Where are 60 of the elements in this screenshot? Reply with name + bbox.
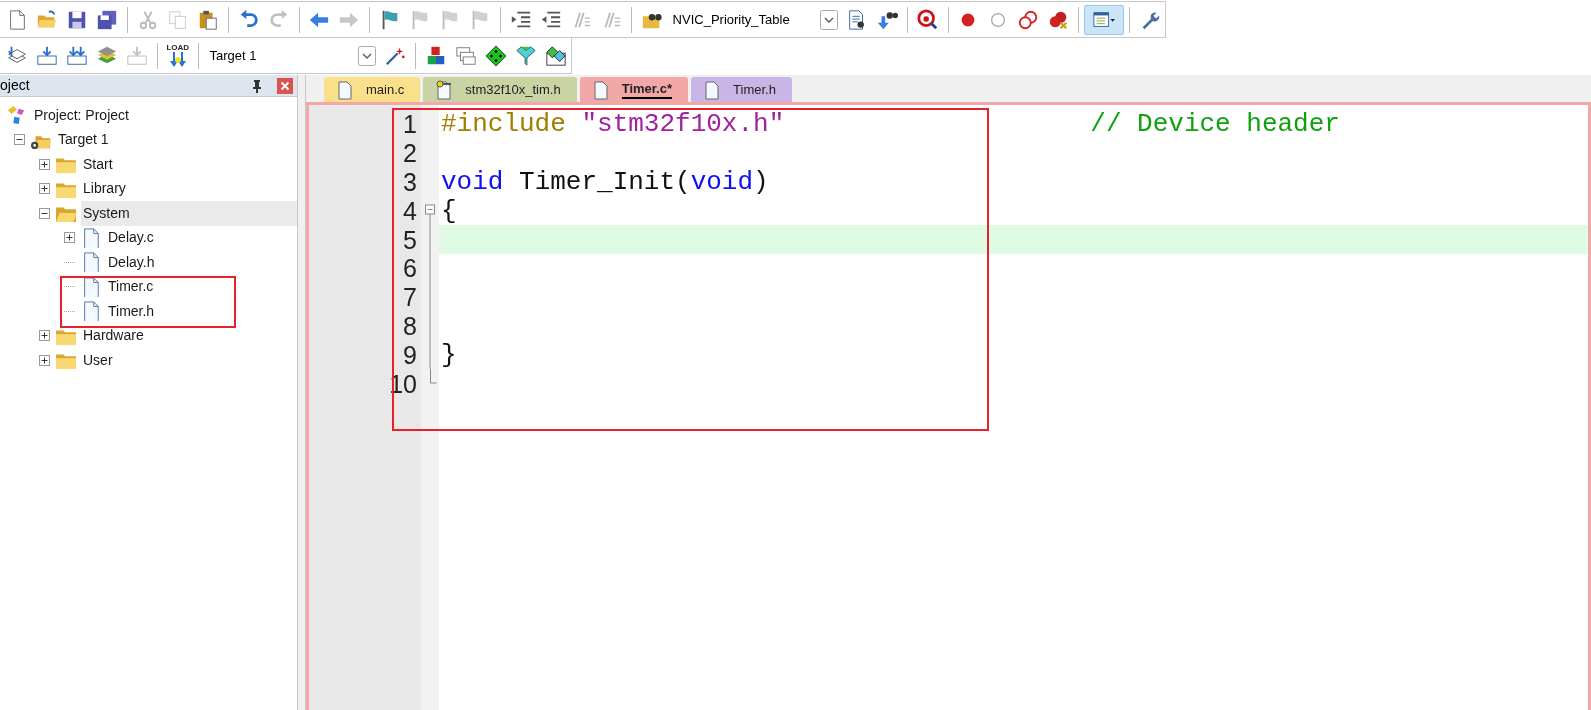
dropdown-chevron-icon	[819, 9, 838, 30]
line-number: 1	[403, 110, 417, 139]
tree-item[interactable]: Timer.c	[106, 276, 156, 298]
colored-blocks-icon	[425, 44, 447, 67]
build-tray-icon	[36, 44, 58, 67]
line-number: 8	[403, 311, 417, 340]
tree-item[interactable]: System	[81, 201, 297, 226]
tree-item[interactable]: Target 1	[56, 129, 111, 151]
file-icon	[591, 79, 610, 100]
code-line: }	[440, 340, 457, 369]
toolbar-button[interactable]: LOAD	[162, 40, 193, 71]
file-icon	[336, 79, 354, 100]
tree-item[interactable]: Project: Project	[32, 104, 131, 126]
pin-icon[interactable]	[251, 78, 263, 93]
stacked-windows-icon	[455, 44, 477, 67]
funnel-icon	[515, 44, 537, 67]
pack-diamonds-icon	[545, 44, 567, 67]
tree-item[interactable]: Delay.c	[106, 227, 156, 249]
line-number: 4	[403, 196, 417, 225]
tree-item[interactable]: Timer.h	[106, 300, 157, 322]
line-number: 6	[403, 254, 417, 283]
floppies-icon	[96, 8, 118, 31]
expand-toggle-icon[interactable]	[64, 232, 75, 244]
toolbar-button[interactable]	[1084, 4, 1125, 35]
file-tab[interactable]: Timer.c*	[579, 77, 689, 102]
file-tab[interactable]: main.c	[324, 77, 421, 102]
expand-toggle-icon[interactable]	[39, 183, 50, 195]
dropdown-chevron-icon	[358, 45, 377, 66]
expand-toggle-icon[interactable]	[39, 330, 50, 342]
diamond-icon	[485, 44, 507, 67]
line-number: 5	[403, 225, 417, 254]
code-line: #include "stm32f10x.h" // Device header	[440, 110, 1340, 139]
panel-title: oject	[0, 76, 30, 95]
collapse-toggle-icon[interactable]	[39, 207, 50, 219]
file-key-icon	[435, 79, 454, 100]
fold-end-line	[429, 369, 437, 385]
build-tray-icon	[126, 44, 148, 67]
tree-item[interactable]: Library	[81, 178, 128, 200]
file-icon	[703, 79, 722, 100]
circles-icon	[1017, 8, 1040, 31]
line-number: 7	[403, 283, 417, 312]
line-number: 2	[403, 139, 417, 168]
expand-toggle-icon[interactable]	[39, 354, 50, 366]
copy-icon	[166, 8, 189, 31]
file-tab[interactable]: stm32f10x_tim.h	[423, 77, 577, 102]
line-number: 3	[403, 168, 417, 196]
tree-item[interactable]: User	[81, 349, 115, 371]
code-line: void Timer_Init(void)	[440, 168, 769, 196]
close-icon[interactable]	[277, 77, 293, 94]
line-number: 9	[403, 340, 417, 369]
download-arrows-icon	[167, 52, 188, 68]
tree-item[interactable]: Delay.h	[106, 251, 157, 273]
tree-item[interactable]: Start	[81, 153, 115, 175]
code-line: {	[440, 196, 457, 225]
tree-item[interactable]: Hardware	[81, 325, 146, 347]
expand-toggle-icon[interactable]	[39, 158, 50, 170]
file-tab[interactable]: Timer.h	[691, 77, 792, 102]
collapse-toggle-icon[interactable]	[14, 134, 25, 146]
rebuild-tray-icon	[66, 44, 88, 67]
debug-magnifier-icon	[916, 8, 939, 31]
